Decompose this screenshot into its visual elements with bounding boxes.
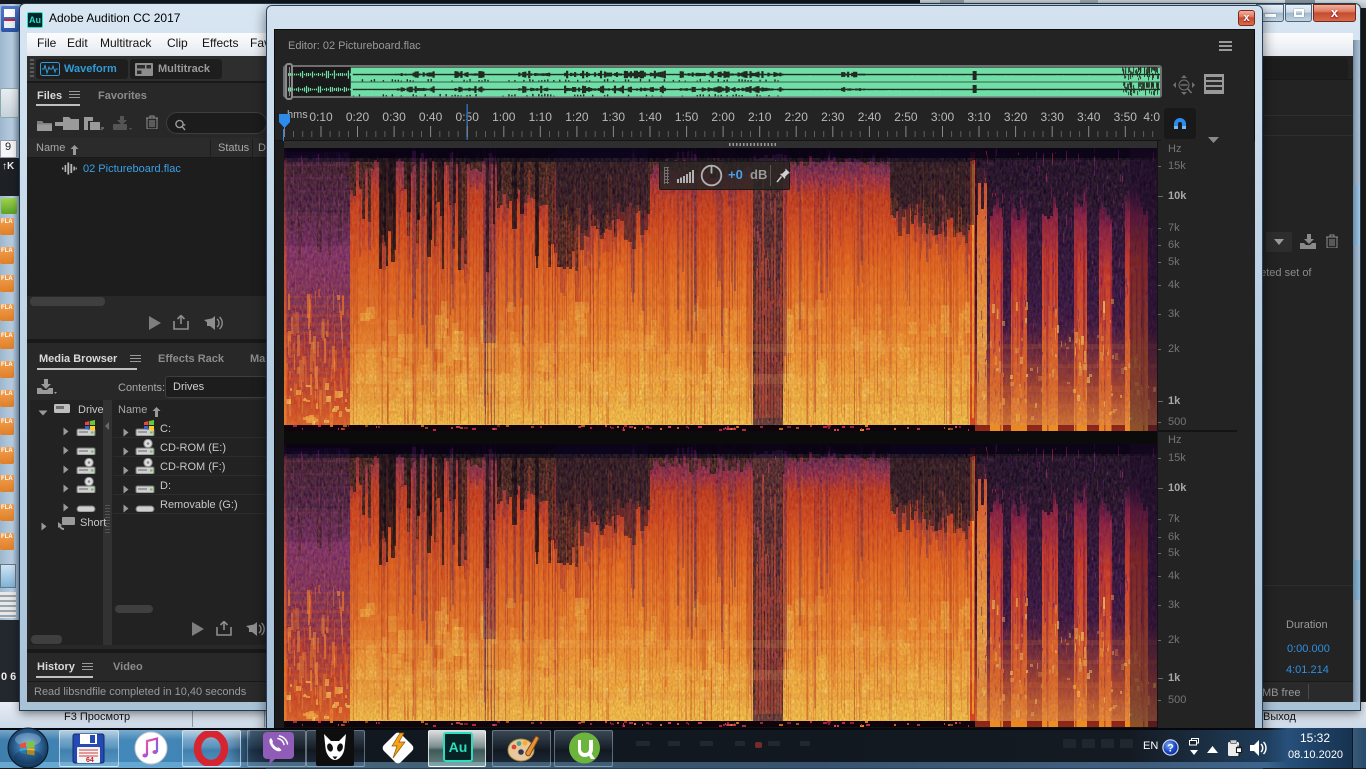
svg-text:2:00: 2:00 [711, 110, 735, 124]
svg-text:2:10: 2:10 [748, 110, 772, 124]
svg-text:3:10: 3:10 [967, 110, 991, 124]
svg-text:0:10: 0:10 [309, 110, 333, 124]
svg-text:3:20: 3:20 [1004, 110, 1028, 124]
svg-text:64: 64 [86, 757, 94, 764]
svg-text:1:50: 1:50 [675, 110, 699, 124]
svg-text:3:30: 3:30 [1041, 110, 1065, 124]
svg-text:1:40: 1:40 [638, 110, 662, 124]
svg-text:0:40: 0:40 [419, 110, 443, 124]
svg-text:4:0: 4:0 [1143, 110, 1160, 124]
svg-text:?: ? [1167, 743, 1174, 755]
svg-text:2:30: 2:30 [821, 110, 845, 124]
svg-text:3:50: 3:50 [1114, 110, 1138, 124]
svg-text:0:20: 0:20 [346, 110, 370, 124]
svg-text:3:00: 3:00 [931, 110, 955, 124]
svg-text:0:30: 0:30 [382, 110, 406, 124]
svg-text:2:50: 2:50 [894, 110, 918, 124]
svg-text:2:20: 2:20 [785, 110, 809, 124]
svg-text:3:40: 3:40 [1077, 110, 1101, 124]
svg-text:1:10: 1:10 [529, 110, 553, 124]
svg-text:1:00: 1:00 [492, 110, 516, 124]
svg-text:1:20: 1:20 [565, 110, 589, 124]
svg-text:2:40: 2:40 [858, 110, 882, 124]
svg-text:1:30: 1:30 [602, 110, 626, 124]
